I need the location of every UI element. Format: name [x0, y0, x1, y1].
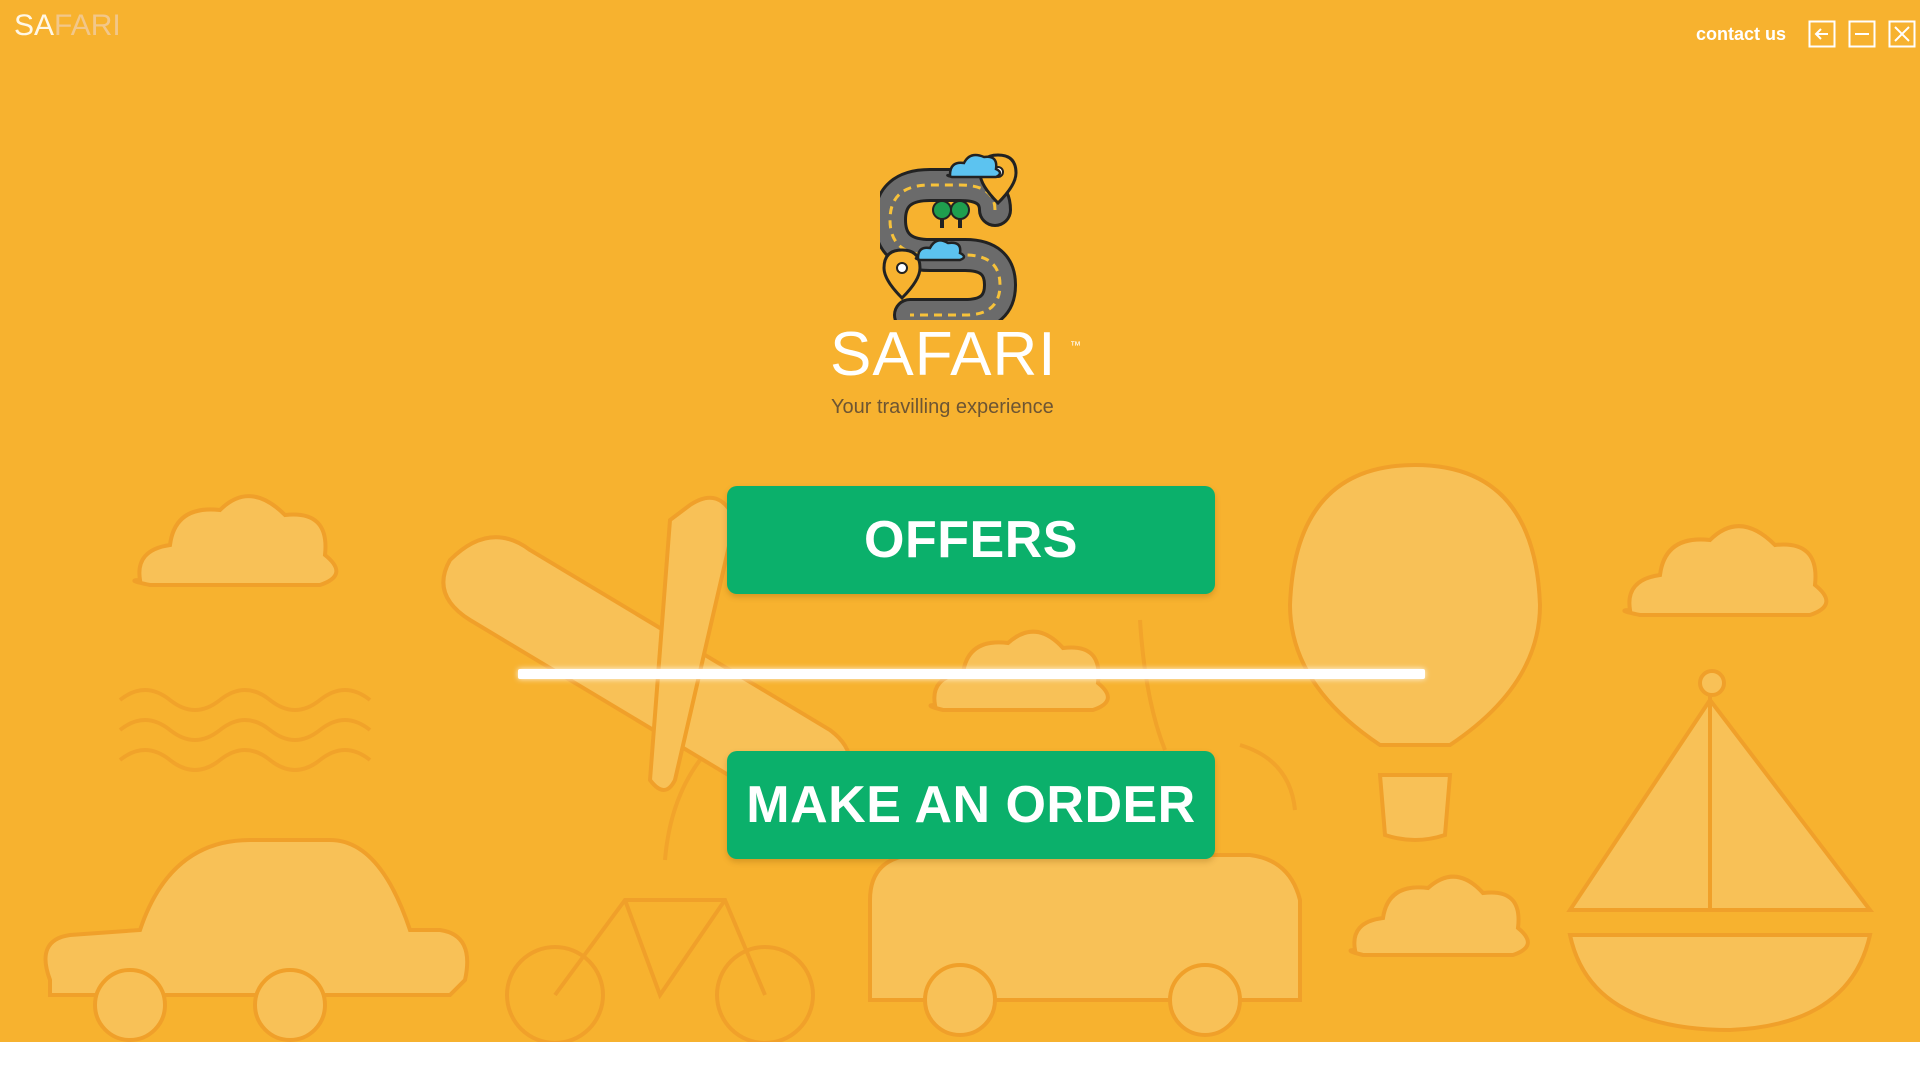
app-logo-part1: SA: [14, 9, 55, 42]
back-button[interactable]: [1808, 20, 1836, 48]
winding-road-s-icon: [880, 153, 1018, 320]
app-logo: SAFARI: [14, 6, 121, 46]
minimize-button[interactable]: [1848, 20, 1876, 48]
close-button[interactable]: [1888, 20, 1916, 48]
brand-tagline: Your travilling experience: [831, 396, 1054, 418]
brand-trademark: ™: [1070, 340, 1081, 352]
back-arrow-icon: [1808, 20, 1836, 48]
make-an-order-button[interactable]: MAKE AN ORDER: [727, 751, 1215, 859]
contact-us-link[interactable]: contact us: [1696, 20, 1786, 48]
minimize-icon: [1848, 20, 1876, 48]
app-window: SAFARI contact us SAFARI ™ Your travilli…: [0, 0, 1920, 1042]
offers-button[interactable]: OFFERS: [727, 486, 1215, 594]
divider-bar: [518, 669, 1425, 679]
brand-block: SAFARI ™ Your travilling experience: [780, 150, 1140, 430]
app-logo-part2: FARI: [54, 9, 121, 42]
brand-name: SAFARI: [830, 320, 1057, 389]
close-icon: [1888, 20, 1916, 48]
